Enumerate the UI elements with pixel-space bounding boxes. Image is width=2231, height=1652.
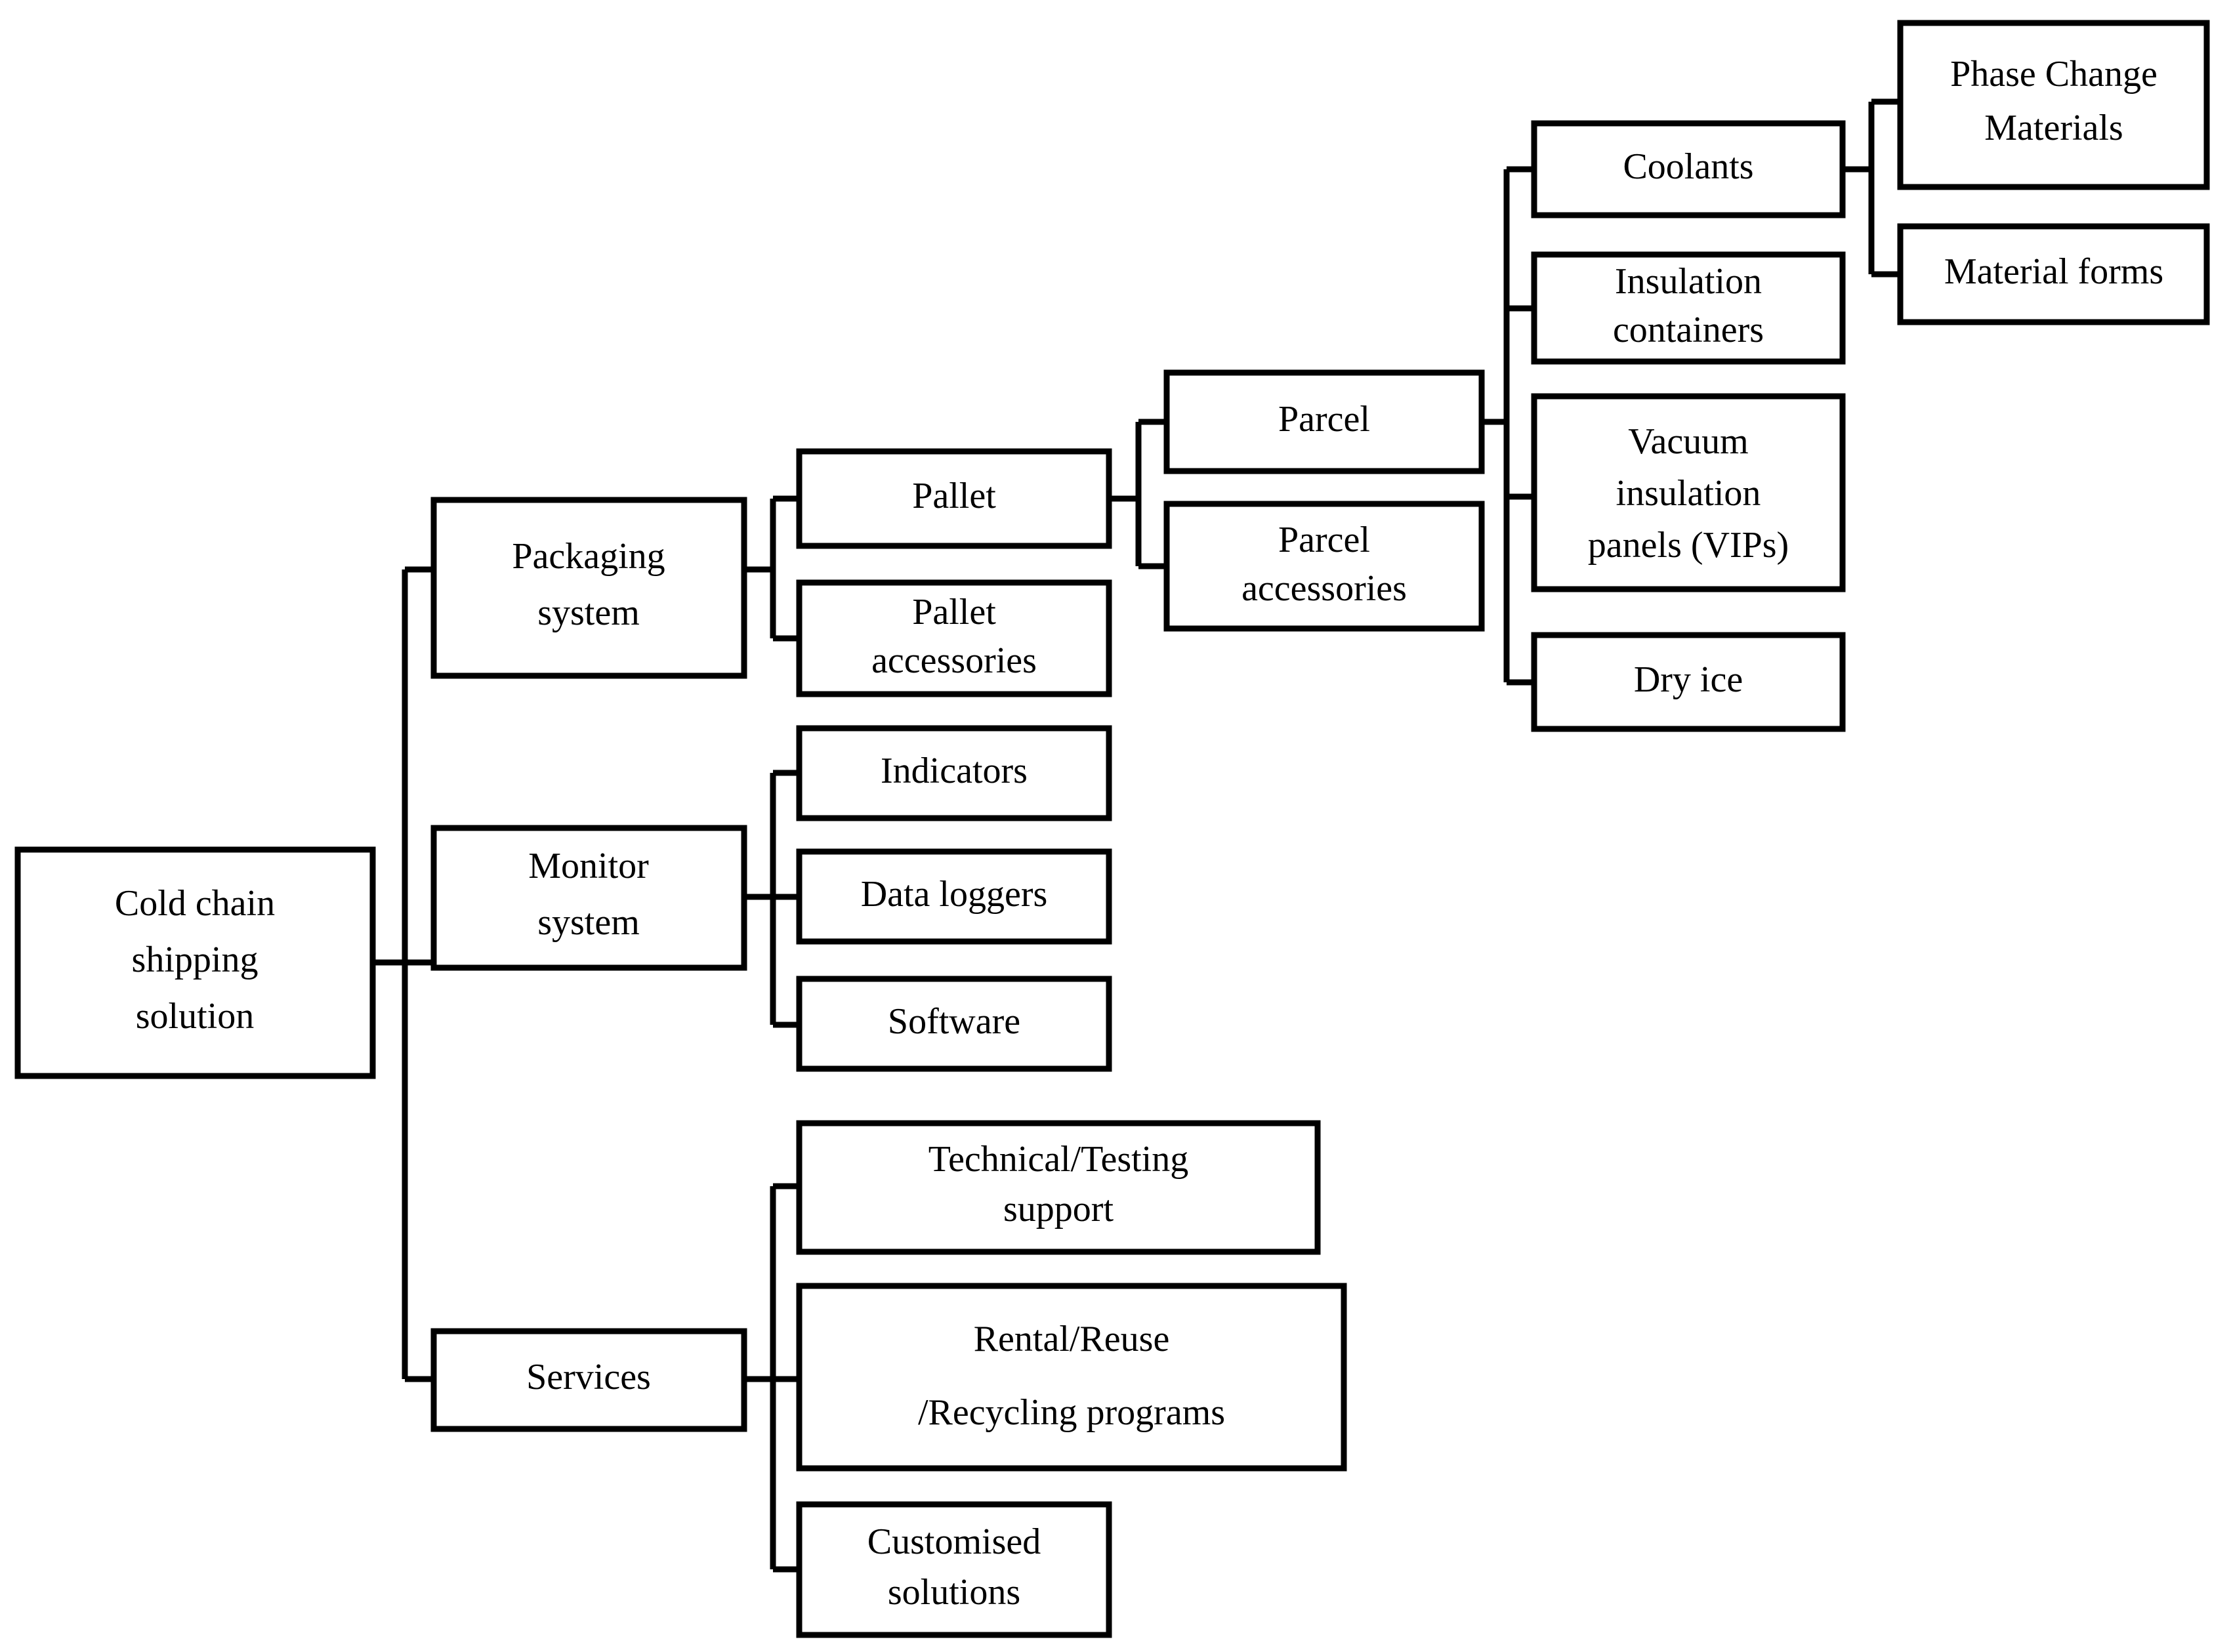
node-technical-testing-support-label-line1: Technical/Testing (928, 1139, 1188, 1180)
node-indicators[interactable]: Indicators (796, 725, 1112, 821)
node-vacuum-insulation-panels[interactable]: Vacuum insulation panels (VIPs) (1531, 393, 1846, 592)
node-rental-reuse-recycling-programs[interactable]: Rental/Reuse /Recycling programs (796, 1283, 1347, 1472)
node-pallet[interactable]: Pallet (796, 448, 1112, 549)
node-services[interactable]: Services (430, 1328, 747, 1432)
node-packaging-system-label-line2: system (537, 592, 640, 633)
node-phase-change-materials-label-line1: Phase Change (1950, 54, 2158, 94)
node-monitor-system-label-line1: Monitor (528, 846, 649, 886)
node-packaging-system[interactable]: Packaging system (430, 497, 747, 679)
node-insulation-containers[interactable]: Insulation containers (1531, 251, 1846, 365)
node-customised-solutions[interactable]: Customised solutions (796, 1501, 1112, 1638)
node-coolants[interactable]: Coolants (1531, 120, 1846, 218)
node-software[interactable]: Software (796, 976, 1112, 1072)
node-root-label-line1: Cold chain (115, 883, 275, 924)
node-rental-reuse-label-line2: /Recycling programs (918, 1392, 1225, 1433)
node-monitor-system-label-line2: system (537, 902, 640, 943)
node-packaging-system-label-line1: Packaging (512, 536, 665, 577)
node-root[interactable]: Cold chain shipping solution (14, 846, 376, 1079)
node-rental-reuse-label-line1: Rental/Reuse (974, 1319, 1170, 1359)
node-insulation-containers-label-line2: containers (1613, 310, 1764, 350)
node-pallet-accessories-label-line2: accessories (871, 640, 1037, 681)
node-packaging-system-box[interactable] (430, 497, 747, 679)
node-monitor-system[interactable]: Monitor system (430, 825, 747, 971)
node-data-loggers-label: Data loggers (861, 874, 1048, 915)
node-vips-label-line2: insulation (1616, 473, 1761, 514)
hierarchy-diagram: Cold chain shipping solution Packaging s… (0, 0, 2231, 1652)
tree-canvas: Cold chain shipping solution Packaging s… (14, 20, 2210, 1638)
node-parcel-accessories-label-line1: Parcel (1278, 520, 1370, 560)
node-data-loggers[interactable]: Data loggers (796, 848, 1112, 945)
node-pallet-label: Pallet (912, 476, 996, 516)
node-coolants-label: Coolants (1623, 146, 1753, 187)
node-root-label-line3: solution (136, 996, 254, 1037)
node-insulation-containers-label-line1: Insulation (1615, 261, 1762, 302)
node-root-label-line2: shipping (132, 940, 259, 980)
node-customised-solutions-label-line1: Customised (867, 1521, 1041, 1562)
node-vips-label-line3: panels (VIPs) (1588, 525, 1789, 566)
node-parcel-accessories[interactable]: Parcel accessories (1163, 501, 1485, 632)
node-pallet-accessories-label-line1: Pallet (912, 592, 996, 632)
node-technical-testing-support-label-line2: support (1003, 1189, 1114, 1229)
node-phase-change-materials-box[interactable] (1897, 20, 2210, 190)
node-dry-ice[interactable]: Dry ice (1531, 632, 1846, 732)
node-material-forms-label: Material forms (1944, 251, 2163, 292)
node-customised-solutions-label-line2: solutions (888, 1572, 1020, 1613)
node-dry-ice-label: Dry ice (1634, 659, 1743, 700)
node-material-forms[interactable]: Material forms (1897, 223, 2210, 325)
node-software-label: Software (888, 1001, 1020, 1042)
node-parcel[interactable]: Parcel (1163, 369, 1485, 474)
node-pallet-accessories[interactable]: Pallet accessories (796, 579, 1112, 697)
node-rental-reuse-recycling-programs-box[interactable] (796, 1283, 1347, 1472)
node-parcel-label: Parcel (1278, 399, 1370, 440)
node-phase-change-materials[interactable]: Phase Change Materials (1897, 20, 2210, 190)
node-vips-label-line1: Vacuum (1628, 421, 1749, 462)
node-parcel-accessories-label-line2: accessories (1241, 568, 1407, 609)
node-phase-change-materials-label-line2: Materials (1984, 108, 2123, 148)
node-services-label: Services (526, 1357, 651, 1397)
node-technical-testing-support[interactable]: Technical/Testing support (796, 1120, 1321, 1255)
node-indicators-label: Indicators (881, 751, 1028, 791)
